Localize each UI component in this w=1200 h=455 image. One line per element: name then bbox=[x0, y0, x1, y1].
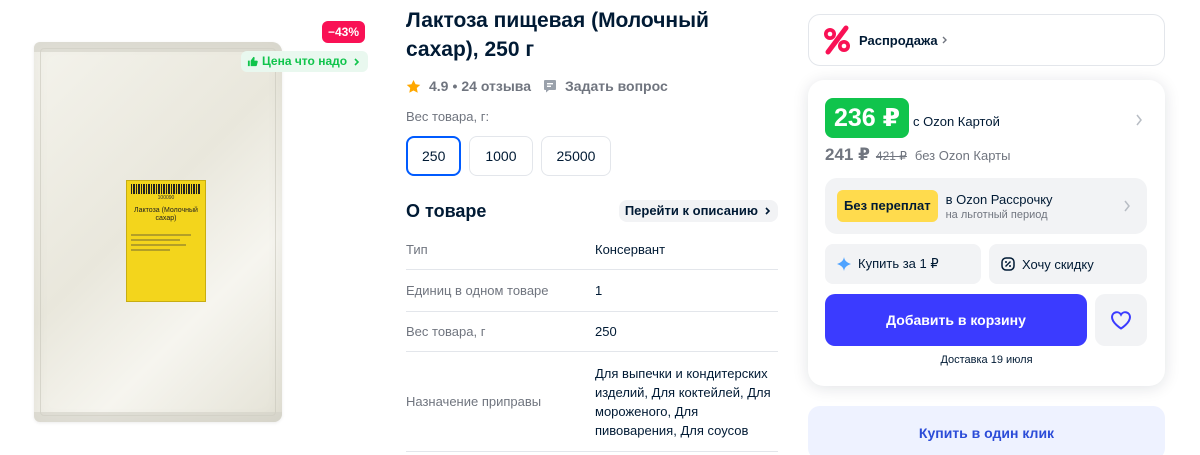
chevron-right-icon bbox=[942, 36, 947, 44]
want-discount-button[interactable]: Хочу скидку bbox=[989, 244, 1147, 284]
buy-for-1-button[interactable]: Купить за 1 ₽ bbox=[825, 244, 981, 284]
add-to-cart-button[interactable]: Добавить в корзину bbox=[825, 294, 1087, 346]
spec-name: Вес товара, г bbox=[406, 324, 486, 339]
weight-option-250[interactable]: 250 bbox=[406, 136, 462, 176]
ask-question-link[interactable]: Задать вопрос bbox=[543, 78, 668, 94]
chevron-right-icon bbox=[354, 57, 360, 66]
spec-row: Единиц в одном товаре 1 bbox=[406, 270, 778, 312]
price-card: 236 ₽ с Ozon Картой 241 ₽ 421 ₽ без Ozon… bbox=[808, 80, 1165, 386]
promo-buttons: Купить за 1 ₽ Хочу скидку bbox=[825, 244, 1147, 284]
ask-question-label: Задать вопрос bbox=[565, 78, 668, 94]
bag-seal-bottom bbox=[34, 412, 282, 422]
barcode bbox=[131, 184, 201, 194]
weight-options: 250 1000 25000 bbox=[406, 136, 778, 176]
chevron-right-icon[interactable] bbox=[1135, 114, 1143, 126]
specs-table: Тип Консервант Единиц в одном товаре 1 В… bbox=[406, 230, 778, 452]
heart-icon bbox=[1110, 311, 1132, 330]
buy-one-click-button[interactable]: Купить в один клик bbox=[808, 406, 1165, 455]
rating-row: 4.9 • 24 отзыва Задать вопрос bbox=[406, 76, 778, 96]
sale-banner[interactable]: Распродажа bbox=[808, 14, 1165, 66]
installment-subtitle: на льготный период bbox=[945, 208, 1048, 221]
spec-name: Тип bbox=[406, 242, 428, 257]
spec-value: Консервант bbox=[595, 242, 666, 257]
want-discount-label: Хочу скидку bbox=[1022, 256, 1094, 272]
discount-tag-icon bbox=[1001, 257, 1015, 271]
product-title: Лактоза пищевая (Молочный сахар), 250 г bbox=[406, 9, 709, 61]
rating-value: 4.9 bbox=[429, 78, 449, 94]
ozon-card-price[interactable]: 236 ₽ bbox=[825, 98, 910, 138]
spec-name: Единиц в одном товаре bbox=[406, 283, 549, 298]
product-info: Лактоза пищевая (Молочный сахар), 250 г … bbox=[406, 0, 778, 452]
spec-value: 250 bbox=[595, 324, 617, 339]
installment-title: в Ozon Рассрочку bbox=[945, 191, 1053, 207]
discount-badge: −43% bbox=[322, 21, 366, 43]
spec-value: 1 bbox=[595, 283, 603, 298]
sparkle-icon bbox=[837, 257, 851, 271]
spec-row: Назначение приправы Для выпечки и кондит… bbox=[406, 352, 778, 452]
label-code: 100090 bbox=[157, 195, 175, 201]
buy-for-1-label: Купить за 1 ₽ bbox=[858, 256, 939, 271]
price-note: без Ozon Карты bbox=[914, 148, 1011, 163]
spec-row: Вес товара, г 250 bbox=[406, 312, 778, 352]
cart-row: Добавить в корзину bbox=[825, 294, 1147, 346]
installment-block[interactable]: Без переплат в Ozon Рассрочку на льготны… bbox=[825, 178, 1147, 234]
go-to-description-label: Перейти к описанию bbox=[624, 203, 758, 218]
ozon-card-label: с Ozon Картой bbox=[913, 114, 1000, 129]
good-price-badge[interactable]: Цена что надо bbox=[241, 51, 369, 72]
percent-icon bbox=[824, 25, 850, 55]
good-price-label: Цена что надо bbox=[262, 54, 348, 68]
weight-option-1000[interactable]: 1000 bbox=[469, 136, 533, 176]
reviews-link[interactable]: 24 отзыва bbox=[461, 78, 531, 94]
no-overpay-badge: Без переплат bbox=[837, 190, 938, 222]
spec-row: Тип Консервант bbox=[406, 230, 778, 270]
chat-icon bbox=[544, 80, 557, 93]
product-gallery: 100090 Лактоза (Молочный сахар) −43% Цен… bbox=[0, 0, 380, 455]
weight-label: Вес товара, г: bbox=[406, 109, 490, 124]
favorite-button[interactable] bbox=[1095, 294, 1147, 346]
go-to-description-button[interactable]: Перейти к описанию bbox=[618, 200, 778, 222]
product-label-sticker: 100090 Лактоза (Молочный сахар) bbox=[126, 180, 206, 302]
about-title: О товаре bbox=[406, 200, 487, 221]
chevron-right-icon bbox=[765, 207, 771, 215]
delivery-date: Доставка 19 июля bbox=[940, 354, 1033, 366]
chevron-right-icon bbox=[1124, 200, 1130, 212]
spec-name: Назначение приправы bbox=[406, 394, 542, 409]
about-header: О товаре Перейти к описанию bbox=[406, 196, 778, 226]
rating-separator: • bbox=[452, 78, 458, 94]
label-title: Лактоза (Молочный сахар) bbox=[134, 207, 198, 223]
star-icon bbox=[406, 79, 421, 93]
product-image[interactable]: 100090 Лактоза (Молочный сахар) bbox=[34, 42, 282, 422]
weight-option-25000[interactable]: 25000 bbox=[540, 136, 612, 176]
regular-price: 241 ₽ bbox=[825, 145, 870, 164]
sale-label: Распродажа bbox=[859, 32, 938, 48]
regular-price-row: 241 ₽ 421 ₽ без Ozon Карты bbox=[825, 145, 1010, 165]
spec-value: Для выпечки и кондитерских изделий, Для … bbox=[595, 365, 771, 438]
installment-text: в Ozon Рассрочку на льготный период bbox=[946, 192, 1053, 221]
label-fine-print bbox=[131, 233, 201, 251]
thumbs-up-icon bbox=[247, 56, 258, 67]
old-price: 421 ₽ bbox=[875, 149, 907, 163]
